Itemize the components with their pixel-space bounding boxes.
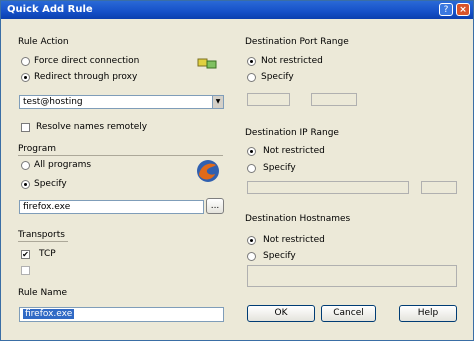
ip-specify-radio[interactable] xyxy=(247,164,256,173)
dest-port-label: Destination Port Range xyxy=(245,37,349,47)
specify-program-radio[interactable] xyxy=(21,180,30,189)
transports-separator xyxy=(18,241,68,242)
ip-to-input[interactable] xyxy=(421,181,457,194)
proxy-select-value: test@hosting xyxy=(23,97,83,107)
port-specify-label: Specify xyxy=(261,72,294,82)
ip-specify-label: Specify xyxy=(263,163,296,173)
port-specify-radio[interactable] xyxy=(247,73,256,82)
redirect-proxy-label: Redirect through proxy xyxy=(34,72,138,82)
port-not-restricted-radio[interactable] xyxy=(247,57,256,66)
rule-name-label: Rule Name xyxy=(18,288,68,298)
dest-ip-label: Destination IP Range xyxy=(245,128,339,138)
program-path-input[interactable]: firefox.exe xyxy=(19,200,204,214)
proxy-select[interactable]: test@hosting ▼ xyxy=(19,95,224,109)
force-direct-radio[interactable] xyxy=(21,57,30,66)
force-direct-label: Force direct connection xyxy=(34,56,140,66)
port-to-input[interactable] xyxy=(311,93,357,106)
cancel-button[interactable]: Cancel xyxy=(321,305,376,322)
ip-from-input[interactable] xyxy=(247,181,409,194)
tcp-checkbox[interactable]: ✔ xyxy=(21,250,30,259)
host-not-restricted-radio[interactable] xyxy=(247,236,256,245)
chevron-down-icon[interactable]: ▼ xyxy=(212,96,223,108)
firefox-icon xyxy=(195,158,221,184)
specify-program-label: Specify xyxy=(34,179,67,189)
resolve-names-checkbox[interactable] xyxy=(21,123,30,132)
ip-not-restricted-label: Not restricted xyxy=(263,146,325,156)
host-specify-radio[interactable] xyxy=(247,252,256,261)
title-help-button[interactable]: ? xyxy=(439,3,453,16)
close-button[interactable]: × xyxy=(456,3,470,16)
redirect-proxy-radio[interactable] xyxy=(21,73,30,82)
port-from-input[interactable] xyxy=(247,93,290,106)
transports-label: Transports xyxy=(18,230,65,240)
browse-button[interactable]: ... xyxy=(206,198,224,214)
rule-name-value: firefox.exe xyxy=(23,309,75,319)
host-not-restricted-label: Not restricted xyxy=(263,235,325,245)
ok-button[interactable]: OK xyxy=(247,305,315,322)
ip-not-restricted-radio[interactable] xyxy=(247,147,256,156)
title-bar[interactable]: Quick Add Rule ? × xyxy=(1,1,473,19)
all-programs-label: All programs xyxy=(34,160,92,170)
tcp-label: TCP xyxy=(39,249,56,259)
quick-add-rule-dialog: Quick Add Rule ? × Rule Action Force dir… xyxy=(0,0,474,341)
port-not-restricted-label: Not restricted xyxy=(261,56,323,66)
rule-name-input[interactable]: firefox.exe xyxy=(19,307,224,322)
rule-action-label: Rule Action xyxy=(18,37,69,47)
program-separator xyxy=(18,155,223,156)
program-path-value: firefox.exe xyxy=(23,202,71,212)
hostname-input[interactable] xyxy=(247,265,457,287)
network-icon xyxy=(197,56,217,70)
resolve-names-label: Resolve names remotely xyxy=(36,122,148,132)
host-specify-label: Specify xyxy=(263,251,296,261)
udp-checkbox[interactable] xyxy=(21,266,30,275)
help-button[interactable]: Help xyxy=(399,305,457,322)
dest-hostnames-label: Destination Hostnames xyxy=(245,214,351,224)
window-title: Quick Add Rule xyxy=(7,4,93,15)
program-label: Program xyxy=(18,144,56,154)
all-programs-radio[interactable] xyxy=(21,161,30,170)
